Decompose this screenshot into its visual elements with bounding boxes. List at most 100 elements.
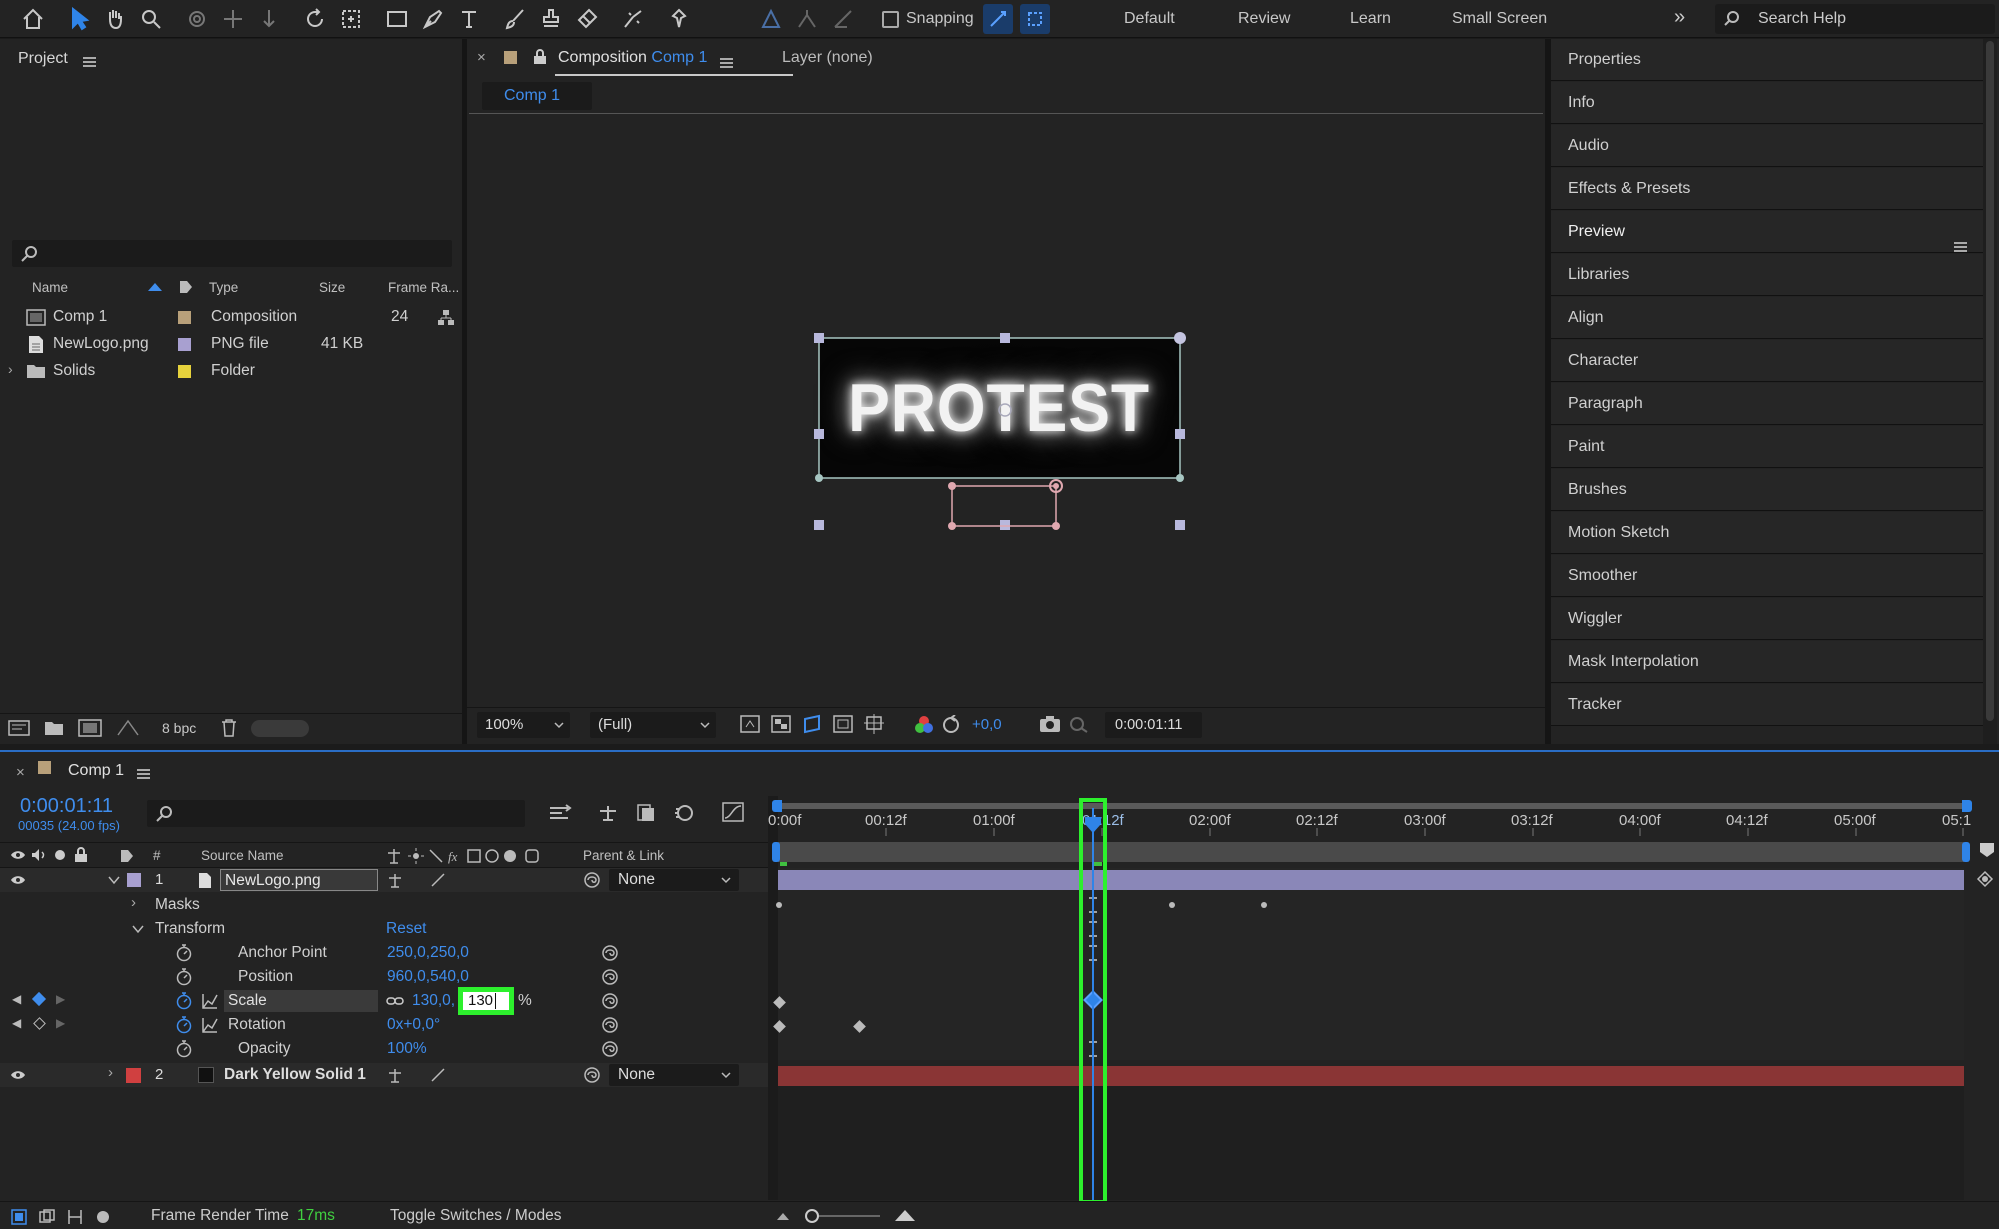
property-row-position[interactable]: Position 960,0,540,0 [0,965,768,989]
dolly-camera-icon[interactable] [254,4,284,34]
label-color-swatch[interactable] [178,311,191,324]
column-source-name[interactable]: Source Name [201,848,284,863]
property-row-opacity[interactable]: Opacity 100% [0,1037,768,1061]
transform-reset-link[interactable]: Reset [386,920,427,938]
video-visibility-icon[interactable] [10,849,26,861]
quality-switch-icon[interactable] [430,872,446,888]
layer-end-marker-icon[interactable] [1975,869,1995,889]
composition-canvas[interactable]: PROTEST [469,114,1543,706]
draft-3d-icon[interactable] [597,803,619,823]
panel-wiggler[interactable]: Wiggler [1551,598,1983,640]
panel-brushes[interactable]: Brushes [1551,469,1983,511]
column-frame-rate[interactable]: Frame Ra... [388,280,459,295]
eye-icon[interactable] [10,1069,26,1081]
next-keyframe-icon[interactable]: ▶ [56,992,65,1006]
hand-tool-icon[interactable] [100,4,130,34]
fast-previews-icon[interactable] [740,715,760,733]
chevron-down-icon[interactable] [132,925,144,934]
property-value[interactable]: 0x+0,0° [387,1016,440,1034]
pan-camera-icon[interactable] [218,4,248,34]
magnification-dropdown[interactable]: 100% [477,712,570,738]
composition-tab-menu-icon[interactable] [720,55,733,73]
grid-guides-icon[interactable] [864,714,884,734]
axis-world-icon[interactable] [792,4,822,34]
column-size[interactable]: Size [319,280,345,295]
pick-whip-icon[interactable] [601,968,619,986]
interpret-footage-icon[interactable] [8,720,30,736]
next-keyframe-icon[interactable]: ▶ [56,1016,65,1030]
home-icon[interactable] [18,4,48,34]
label-color-swatch[interactable] [178,365,191,378]
brush-tool-icon[interactable] [500,4,530,34]
snapping-checkbox[interactable] [882,11,899,28]
clone-stamp-icon[interactable] [536,4,566,34]
stopwatch-active-icon[interactable] [175,992,193,1010]
layer-tab[interactable]: Layer (none) [782,49,873,67]
project-item-folder[interactable]: › Solids Folder [0,358,462,385]
snap-features-icon[interactable] [1020,4,1050,34]
rotation-tool-icon[interactable] [300,4,330,34]
flowchart-icon[interactable] [437,309,455,326]
panel-preview[interactable]: Preview [1551,211,1983,253]
column-name[interactable]: Name [32,280,68,295]
stopwatch-icon[interactable] [175,968,193,986]
property-row-anchor-point[interactable]: Anchor Point 250,0,250,0 [0,941,768,965]
panel-paragraph[interactable]: Paragraph [1551,383,1983,425]
mask-visibility-icon[interactable] [802,714,822,734]
render-range-end[interactable] [1962,842,1970,862]
pick-whip-icon[interactable] [583,871,601,889]
layer-switches-toggle-icon[interactable] [10,1208,28,1226]
new-folder-icon[interactable] [44,720,64,736]
rectangle-tool-icon[interactable] [382,4,412,34]
close-tab-icon[interactable]: × [16,764,25,781]
workspace-small-screen[interactable]: Small Screen [1452,10,1547,28]
axis-local-icon[interactable] [756,4,786,34]
reset-exposure-icon[interactable] [941,715,961,735]
search-help-field[interactable]: Search Help [1715,4,1995,34]
layer-name[interactable]: Dark Yellow Solid 1 [224,1066,366,1084]
show-snapshot-icon[interactable] [1069,715,1089,733]
snap-edges-icon[interactable] [983,4,1013,34]
audio-icon[interactable] [31,848,47,862]
label-color-swatch[interactable] [178,338,191,351]
panel-libraries[interactable]: Libraries [1551,254,1983,296]
column-parent-link[interactable]: Parent & Link [583,848,664,863]
transform-group-row[interactable]: Transform Reset [0,917,768,941]
layer-2-duration-bar[interactable] [778,1066,1964,1086]
panel-effects-presets[interactable]: Effects & Presets [1551,168,1983,210]
graph-icon[interactable] [202,993,218,1009]
zoom-in-icon[interactable] [893,1207,917,1223]
comp-mini-flowchart-icon[interactable] [548,803,572,823]
layer-label-swatch[interactable] [126,1068,141,1083]
panel-motion-sketch[interactable]: Motion Sketch [1551,512,1983,554]
pick-whip-icon[interactable] [601,992,619,1010]
solo-icon[interactable] [54,849,66,861]
property-value[interactable]: 960,0,540,0 [387,968,469,986]
workspace-learn[interactable]: Learn [1350,10,1391,28]
panel-audio[interactable]: Audio [1551,125,1983,167]
stopwatch-active-icon[interactable] [175,1016,193,1034]
thumbnail-scrollbar[interactable] [251,720,309,737]
transfer-controls-toggle-icon[interactable] [38,1208,56,1226]
timeline-tab-menu-icon[interactable] [137,766,150,784]
right-panel-scrollbar[interactable] [1983,39,1997,744]
zoom-tool-icon[interactable] [136,4,166,34]
pen-tool-icon[interactable] [418,4,448,34]
masks-group-row[interactable]: › Masks [0,893,768,917]
scale-name-highlight[interactable]: Scale [224,990,378,1012]
selection-tool-icon[interactable] [64,4,94,34]
timeline-search-input[interactable] [147,800,525,827]
track-area[interactable] [778,868,1964,1060]
panel-info[interactable]: Info [1551,82,1983,124]
close-tab-icon[interactable]: × [477,49,486,66]
layer-label-swatch[interactable] [127,873,141,887]
axis-view-icon[interactable] [828,4,858,34]
lock-icon[interactable] [533,49,547,65]
project-item-png[interactable]: NewLogo.png PNG file 41 KB [0,331,462,358]
trash-icon[interactable] [221,719,237,737]
region-of-interest-icon[interactable] [833,715,853,733]
scale-y-input[interactable]: 130 [463,992,509,1010]
project-item-comp[interactable]: Comp 1 Composition 24 [0,304,462,331]
stopwatch-icon[interactable] [175,1040,193,1058]
panel-character[interactable]: Character [1551,340,1983,382]
